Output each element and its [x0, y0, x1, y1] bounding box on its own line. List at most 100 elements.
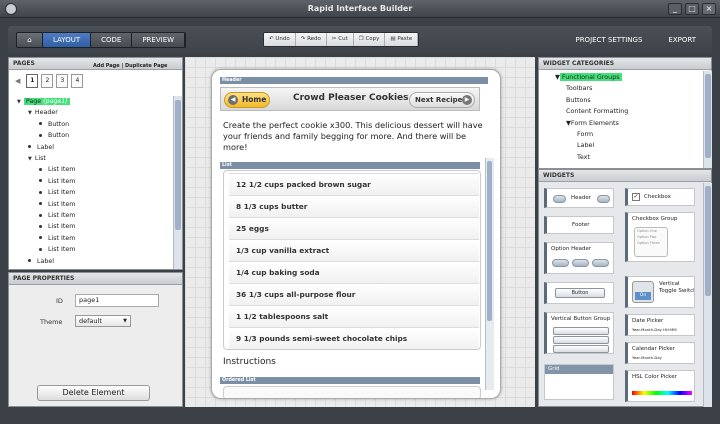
redo-button[interactable]: ↷ Redo [295, 33, 327, 46]
tree-item[interactable]: Label [28, 256, 54, 266]
home-button-widget[interactable]: ◀ Home [224, 92, 270, 108]
list-item[interactable]: 1/3 cup vanilla extract [229, 239, 479, 261]
copy-button[interactable]: ❐ Copy [353, 33, 386, 46]
tab-code[interactable]: CODE [91, 33, 133, 47]
list-item[interactable]: 8 1/3 cups butter [229, 195, 479, 217]
widget-date-picker[interactable]: Date Picker Year-Month-Day HH:MM [625, 314, 695, 336]
tree-item[interactable]: ▼ List [28, 153, 46, 164]
tree-item[interactable]: List Item [39, 210, 75, 221]
widget-footer[interactable]: Footer [544, 216, 614, 234]
tree-item[interactable]: List Item [39, 233, 75, 244]
widget-checkbox[interactable]: ✓ Checkbox [625, 188, 695, 206]
id-field[interactable]: page1 [75, 294, 159, 307]
tree-item[interactable]: List Item [39, 244, 75, 255]
expand-toggle-icon[interactable]: ▼ [28, 156, 32, 162]
scroll-thumb[interactable] [487, 161, 492, 321]
widget-checkbox-group[interactable]: Checkbox Group Option One Option Two Opt… [625, 212, 695, 262]
expand-toggle-icon[interactable]: ▼ [28, 110, 32, 116]
arrow-left-icon[interactable]: ◀ [15, 77, 20, 85]
minimize-button[interactable]: _ [668, 3, 682, 15]
paste-button[interactable]: ▤ Paste [385, 33, 419, 46]
tree-item[interactable]: List Item [39, 199, 75, 210]
tree-item[interactable]: Buttons [566, 95, 591, 106]
pages-panel-header: PAGES Add Page | Duplicate Page [9, 58, 182, 70]
tree-item-label: List Item [48, 166, 76, 174]
widget-vertical-toggle-switch[interactable]: On Vertical Toggle Switch [625, 276, 695, 308]
scroll-thumb[interactable] [175, 100, 181, 230]
tab-preview[interactable]: PREVIEW [132, 33, 186, 47]
instructions-label[interactable]: Instructions [223, 357, 276, 367]
widget-hsl-color-picker[interactable]: HSL Color Picker [625, 370, 695, 402]
widget-categories-title: WIDGET CATEGORIES [539, 58, 711, 70]
list-item[interactable]: 12 1/2 cups packed brown sugar [229, 173, 479, 195]
widget-calendar-picker[interactable]: Calendar Picker Year-Month-Day [625, 342, 695, 364]
tree-item[interactable]: Form [577, 129, 593, 140]
export-link[interactable]: EXPORT [668, 36, 696, 44]
page-tree-scrollbar[interactable] [173, 96, 182, 269]
tree-item[interactable]: List Item [39, 221, 75, 232]
theme-select[interactable]: default ▼ [75, 315, 131, 327]
widget-option-header[interactable]: Option Header [544, 242, 614, 274]
expand-toggle-icon[interactable]: ▼ [17, 99, 21, 105]
tree-item[interactable]: List Item [39, 176, 75, 187]
tree-item[interactable]: List Item [39, 164, 75, 175]
header-bar[interactable]: ◀ Home Crowd Pleaser Cookies Next Recipe ▶ [220, 87, 480, 111]
tree-item[interactable]: ▼ Header [28, 107, 58, 118]
widgets-scrollbar[interactable] [703, 183, 712, 407]
list-item[interactable]: 1/4 cup baking soda [229, 261, 479, 283]
ordered-list[interactable] [223, 386, 481, 398]
canvas-scrollbar[interactable] [485, 158, 494, 390]
scroll-thumb[interactable] [705, 186, 711, 296]
tree-item[interactable]: Label [28, 142, 54, 153]
duplicate-page-link[interactable]: Duplicate Page [125, 63, 167, 69]
scroll-thumb[interactable] [705, 74, 711, 158]
tree-item[interactable]: Content Formatting [566, 106, 628, 117]
page-tab-4[interactable]: 4 [71, 74, 84, 88]
home-button[interactable]: ⌂ [17, 33, 43, 47]
tree-item-label: List Item [48, 177, 76, 185]
maximize-button[interactable]: □ [685, 3, 699, 15]
tree-item[interactable]: Text [577, 152, 590, 163]
page-tab-2[interactable]: 2 [41, 74, 54, 88]
tree-item-label: Header [34, 109, 58, 117]
tree-item-label: Button [48, 132, 70, 140]
undo-button[interactable]: ↶ Undo [264, 33, 296, 46]
list-item[interactable]: 36 1/3 cups all-purpose flour [229, 283, 479, 305]
widget-button[interactable]: Button [544, 282, 614, 304]
tree-item[interactable]: ▼ Functional Groups [555, 72, 622, 83]
close-button[interactable]: × [702, 3, 716, 15]
delete-element-button[interactable]: Delete Element [37, 385, 150, 401]
tree-item[interactable]: List Item [39, 187, 75, 198]
page-properties-title: PAGE PROPERTIES [9, 273, 182, 285]
design-canvas[interactable]: Header ◀ Home Crowd Pleaser Cookies Next … [185, 57, 535, 407]
tree-item-label: Label [37, 143, 54, 151]
category-scrollbar[interactable] [703, 71, 712, 168]
list-item[interactable]: 1 1/2 tablespoons salt [229, 305, 479, 327]
tree-item[interactable]: ▼ Page (page1) [17, 96, 70, 107]
next-recipe-button[interactable]: Next Recipe ▶ [409, 92, 475, 108]
list-item[interactable]: 9 1/3 pounds semi-sweet chocolate chips [229, 327, 479, 349]
app-window: Rapid Interface Builder _ □ × ⌂ LAYOUT C… [0, 0, 720, 424]
add-page-link[interactable]: Add Page [93, 63, 120, 69]
list-item[interactable]: 25 eggs [229, 217, 479, 239]
tab-layout[interactable]: LAYOUT [43, 33, 92, 47]
tree-item[interactable]: Button [39, 119, 69, 130]
header-title[interactable]: Crowd Pleaser Cookies [293, 93, 409, 103]
page-tab-1[interactable]: 1 [26, 74, 39, 88]
tree-item[interactable]: ▼Form Elements [566, 118, 619, 129]
widget-vertical-button-group[interactable]: Vertical Button Group [544, 312, 614, 354]
status-bar [0, 410, 720, 424]
tree-item-label: List Item [48, 246, 76, 254]
ingredient-list[interactable]: 12 1/2 cups packed brown sugar 8 1/3 cups… [223, 170, 481, 350]
intro-label[interactable]: Create the perfect cookie x300. This del… [223, 120, 485, 153]
tree-item[interactable]: Toolbars [566, 83, 592, 94]
widget-grid[interactable]: Grid [544, 364, 614, 400]
tree-item-tag: (page1) [43, 98, 68, 105]
tree-item[interactable]: Button [39, 130, 69, 141]
window-controls: _ □ × [668, 3, 716, 15]
cut-button[interactable]: ✂ Cut [326, 33, 354, 46]
page-tab-3[interactable]: 3 [56, 74, 69, 88]
widget-header[interactable]: Header [544, 188, 614, 208]
tree-item[interactable]: Label [577, 140, 594, 151]
project-settings-link[interactable]: PROJECT SETTINGS [575, 36, 642, 44]
